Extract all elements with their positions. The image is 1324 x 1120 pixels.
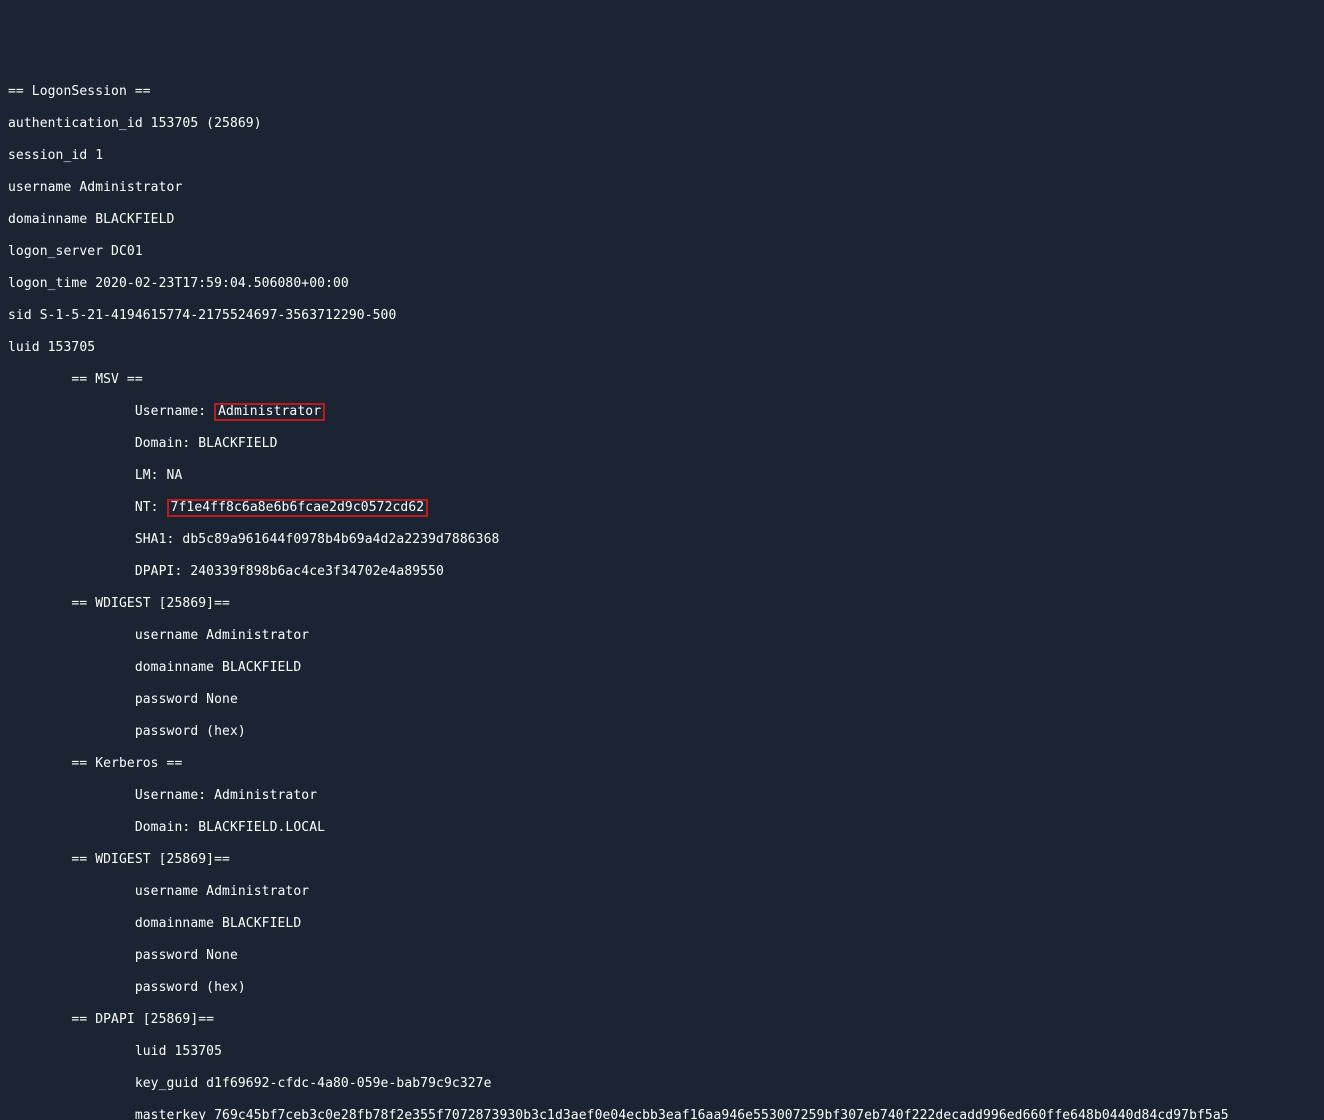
msv-username: Username: Administrator: [8, 404, 1316, 420]
wdigest2-password: password None: [8, 948, 1316, 964]
auth-id: authentication_id 153705 (25869): [8, 116, 1316, 132]
domainname-line: domainname BLACKFIELD: [8, 212, 1316, 228]
kerberos-username: Username: Administrator: [8, 788, 1316, 804]
dpapi-luid: luid 153705: [8, 1044, 1316, 1060]
highlight-nt-hash: 7f1e4ff8c6a8e6b6fcae2d9c0572cd62: [167, 499, 429, 517]
wdigest1-domainname: domainname BLACKFIELD: [8, 660, 1316, 676]
wdigest2-password-hex: password (hex): [8, 980, 1316, 996]
msv-username-label: Username:: [8, 404, 214, 419]
wdigest2-username: username Administrator: [8, 884, 1316, 900]
wdigest1-password-hex: password (hex): [8, 724, 1316, 740]
dpapi-key-guid: key_guid d1f69692-cfdc-4a80-059e-bab79c9…: [8, 1076, 1316, 1092]
msv-dpapi: DPAPI: 240339f898b6ac4ce3f34702e4a89550: [8, 564, 1316, 580]
header-title: == LogonSession ==: [8, 84, 1316, 100]
terminal-output: == LogonSession == authentication_id 153…: [8, 68, 1316, 1120]
msv-nt-label: NT:: [8, 500, 167, 515]
msv-domain: Domain: BLACKFIELD: [8, 436, 1316, 452]
session-id: session_id 1: [8, 148, 1316, 164]
wdigest2-domainname: domainname BLACKFIELD: [8, 916, 1316, 932]
highlight-username: Administrator: [214, 403, 325, 421]
logon-time-line: logon_time 2020-02-23T17:59:04.506080+00…: [8, 276, 1316, 292]
kerberos-title: == Kerberos ==: [8, 756, 1316, 772]
dpapi-title: == DPAPI [25869]==: [8, 1012, 1316, 1028]
msv-sha1: SHA1: db5c89a961644f0978b4b69a4d2a2239d7…: [8, 532, 1316, 548]
wdigest1-title: == WDIGEST [25869]==: [8, 596, 1316, 612]
wdigest1-username: username Administrator: [8, 628, 1316, 644]
msv-nt: NT: 7f1e4ff8c6a8e6b6fcae2d9c0572cd62: [8, 500, 1316, 516]
wdigest1-password: password None: [8, 692, 1316, 708]
username-line: username Administrator: [8, 180, 1316, 196]
luid-line: luid 153705: [8, 340, 1316, 356]
msv-lm: LM: NA: [8, 468, 1316, 484]
wdigest2-title: == WDIGEST [25869]==: [8, 852, 1316, 868]
sid-line: sid S-1-5-21-4194615774-2175524697-35637…: [8, 308, 1316, 324]
logon-server-line: logon_server DC01: [8, 244, 1316, 260]
kerberos-domain: Domain: BLACKFIELD.LOCAL: [8, 820, 1316, 836]
dpapi-masterkey: masterkey 769c45bf7ceb3c0e28fb78f2e355f7…: [8, 1108, 1316, 1120]
msv-title: == MSV ==: [8, 372, 1316, 388]
